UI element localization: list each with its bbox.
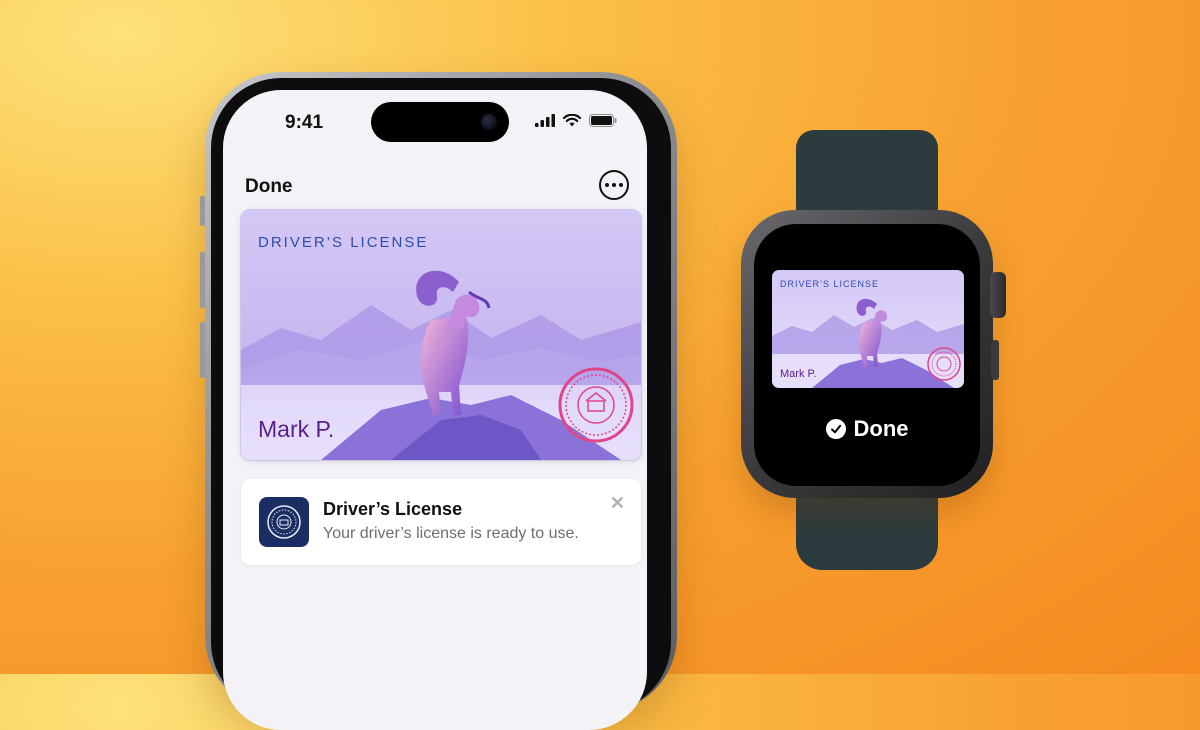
- drivers-license-card[interactable]: DRIVER’S LICENSE Mark P.: [240, 209, 642, 461]
- watch-done-label: Done: [853, 416, 909, 441]
- card-title: DRIVER’S LICENSE: [258, 234, 428, 251]
- license-ready-notification[interactable]: Driver’s License Your driver’s license i…: [241, 479, 641, 565]
- cellular-signal-icon: [535, 114, 555, 127]
- phone-volume-down-button: [200, 322, 205, 378]
- phone-action-button: [200, 196, 205, 226]
- battery-icon: [589, 114, 617, 127]
- more-options-icon[interactable]: [599, 170, 629, 200]
- digital-crown[interactable]: [990, 272, 1006, 318]
- done-button[interactable]: Done: [245, 176, 293, 198]
- phone-volume-up-button: [200, 252, 205, 308]
- watch-done-button[interactable]: Done: [754, 416, 980, 442]
- front-camera: [481, 114, 497, 130]
- watch-card-title: DRIVER’S LICENSE: [780, 279, 880, 289]
- wifi-icon: [563, 114, 581, 127]
- watch-card-holder-name: Mark P.: [780, 368, 817, 380]
- watch-screen: DRIVER’S LICENSE Mark P. Done: [754, 224, 980, 486]
- status-time: 9:41: [285, 112, 324, 133]
- card-title-suffix: LICENSE: [350, 234, 429, 251]
- dynamic-island: [371, 102, 509, 142]
- status-icons: [535, 114, 617, 127]
- card-title-prefix: DRIVER’S: [258, 234, 345, 251]
- watch-license-card[interactable]: DRIVER’S LICENSE Mark P.: [772, 270, 964, 388]
- notification-title: Driver’s License: [323, 499, 463, 519]
- card-holder-name: Mark P.: [258, 416, 335, 442]
- notification-body: Your driver’s license is ready to use.: [323, 525, 579, 542]
- phone-screen: 9:41 Done DRIVER’S LICENSE Mark P. Drive…: [223, 90, 647, 730]
- close-icon[interactable]: ✕: [610, 493, 625, 514]
- watch-side-button[interactable]: [991, 340, 999, 380]
- state-seal-icon: [259, 497, 309, 547]
- checkmark-icon: [825, 419, 846, 439]
